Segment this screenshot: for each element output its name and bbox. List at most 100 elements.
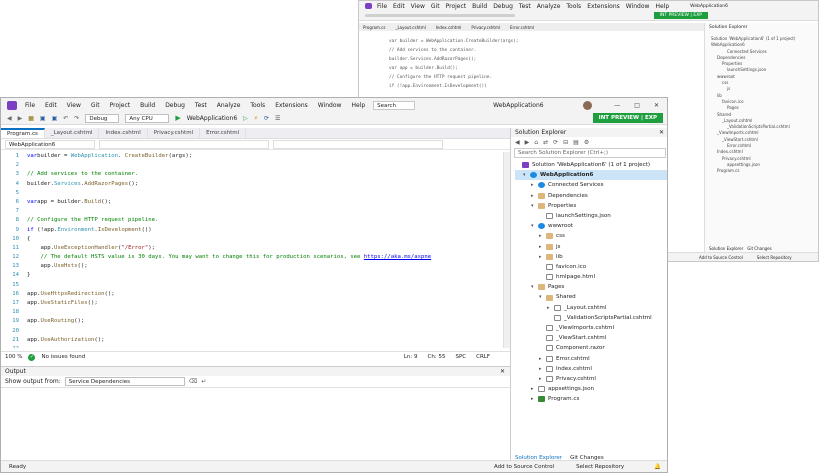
code-line[interactable]: 17 app.UseStaticFiles();: [1, 299, 502, 308]
forward-icon[interactable]: ▶: [18, 115, 23, 122]
se-item[interactable]: _ValidationScriptsPartial.cshtml: [515, 313, 667, 323]
word-wrap-icon[interactable]: ↵: [201, 378, 206, 385]
menu-edit[interactable]: Edit: [45, 102, 57, 109]
member-nav-dropdown[interactable]: [273, 139, 443, 149]
clear-output-icon[interactable]: ⌫: [189, 378, 197, 385]
se-search-input[interactable]: Search Solution Explorer (Ctrl+;): [514, 148, 666, 158]
refresh-icon[interactable]: ⟳: [264, 115, 269, 122]
add-to-source-control[interactable]: Add to Source Control: [494, 464, 554, 470]
menu-test[interactable]: Test: [195, 102, 207, 109]
code-line[interactable]: 18: [1, 308, 502, 317]
code-line[interactable]: 14}: [1, 271, 502, 280]
new-item-icon[interactable]: ▦: [28, 115, 34, 122]
code-editor[interactable]: 1 varbuilder = WebApplication. CreateBuil…: [1, 152, 502, 348]
tab-privacy-cshtml[interactable]: Privacy.cshtml: [148, 128, 201, 138]
code-line[interactable]: 6 varapp = builder.Build();: [1, 198, 502, 207]
menu-help[interactable]: Help: [351, 102, 365, 109]
expand-icon[interactable]: ▸: [531, 384, 538, 394]
expand-icon[interactable]: ▸: [531, 180, 538, 190]
se-item[interactable]: _ViewStart.cshtml: [515, 333, 667, 343]
code-line[interactable]: 21 app.UseAuthorization();: [1, 336, 502, 345]
output-source-dropdown[interactable]: Service Dependencies: [64, 377, 185, 386]
se-item[interactable]: ▸ js: [515, 242, 667, 252]
se-item[interactable]: ▸ Index.cshtml: [515, 364, 667, 374]
minimize-icon[interactable]: —: [614, 102, 620, 109]
se-item[interactable]: ▾ wwwroot: [515, 221, 667, 231]
avatar[interactable]: [583, 100, 593, 110]
se-item[interactable]: ▸ Error.cshtml: [515, 354, 667, 364]
se-item[interactable]: ▾ WebApplication6: [515, 170, 667, 181]
menu-window[interactable]: Window: [318, 102, 342, 109]
back-icon[interactable]: ◀: [7, 115, 12, 122]
close-icon[interactable]: ✕: [654, 102, 659, 109]
se-item[interactable]: ▾ Shared: [515, 292, 667, 302]
se-item[interactable]: ▸ Privacy.cshtml: [515, 374, 667, 384]
indent-mode[interactable]: SPC: [455, 354, 466, 360]
line-ending[interactable]: CRLF: [476, 354, 490, 360]
se-item[interactable]: ▸ css: [515, 231, 667, 241]
se-item[interactable]: ▸ lib: [515, 252, 667, 262]
menu-view[interactable]: View: [67, 102, 81, 109]
column-number[interactable]: Ch: 55: [428, 354, 446, 360]
undo-icon[interactable]: ↶: [63, 115, 68, 122]
output-close-icon[interactable]: ✕: [500, 368, 505, 375]
expand-icon[interactable]: ▸: [539, 364, 546, 374]
code-line[interactable]: 9 if (!app.Environment.IsDevelopment()): [1, 226, 502, 235]
expand-icon[interactable]: ▸: [531, 394, 538, 404]
se-refresh-icon[interactable]: ⟳: [553, 139, 558, 146]
zoom-level[interactable]: 100 %: [5, 354, 22, 360]
expand-icon[interactable]: ▸: [531, 191, 538, 201]
editor-scrollbar[interactable]: [503, 152, 510, 348]
run-icon[interactable]: ▶: [175, 114, 180, 122]
code-line[interactable]: 20: [1, 327, 502, 336]
search-box[interactable]: Search (Ctrl+Q): [373, 100, 416, 110]
tab-error-cshtml[interactable]: Error.cshtml: [200, 128, 247, 138]
menu-analyze[interactable]: Analyze: [217, 102, 241, 109]
se-item[interactable]: ▸ Dependencies: [515, 191, 667, 201]
code-line[interactable]: 11 app.UseExceptionHandler("/Error");: [1, 244, 502, 253]
menu-debug[interactable]: Debug: [165, 102, 185, 109]
se-item[interactable]: hmlpage.html: [515, 272, 667, 282]
code-line[interactable]: 19 app.UseRouting();: [1, 317, 502, 326]
se-collapse-icon[interactable]: ⊟: [563, 139, 568, 146]
expand-icon[interactable]: ▸: [539, 374, 546, 384]
se-item[interactable]: Component.razor: [515, 343, 667, 353]
type-nav-dropdown[interactable]: [99, 139, 269, 149]
se-item[interactable]: ▸ _Layout.cshtml: [515, 303, 667, 313]
redo-icon[interactable]: ↷: [74, 115, 79, 122]
maximize-icon[interactable]: □: [634, 102, 640, 109]
tab-program-cs[interactable]: Program.cs: [1, 128, 45, 138]
menu-tools[interactable]: Tools: [250, 102, 265, 109]
se-item[interactable]: Solution 'WebApplication6' (1 of 1 proje…: [515, 160, 667, 170]
code-line[interactable]: 10 {: [1, 235, 502, 244]
se-item[interactable]: _ViewImports.cshtml: [515, 323, 667, 333]
code-line[interactable]: 13 app.UseHsts();: [1, 262, 502, 271]
line-number[interactable]: Ln: 9: [404, 354, 418, 360]
hot-reload-icon[interactable]: ⚡: [254, 115, 258, 122]
se-item[interactable]: ▸ appsettings.json: [515, 384, 667, 394]
se-item[interactable]: ▾ Pages: [515, 282, 667, 292]
expand-icon[interactable]: ▾: [531, 201, 538, 211]
expand-icon[interactable]: ▸: [547, 303, 554, 313]
bg-status-repo[interactable]: Select Repository: [757, 255, 792, 260]
se-settings-icon[interactable]: ⚙: [584, 139, 589, 146]
code-line[interactable]: 12 // The default HSTS value is 30 days.…: [1, 253, 502, 262]
run-without-debug-icon[interactable]: ▷: [243, 115, 248, 122]
code-line[interactable]: 1 varbuilder = WebApplication. CreateBuil…: [1, 152, 502, 161]
bg-status-source-control[interactable]: Add to Source Control: [699, 255, 743, 260]
expand-icon[interactable]: ▾: [531, 221, 538, 231]
code-token[interactable]: https://aka.ms/aspne: [364, 254, 431, 260]
code-line[interactable]: 4 builder.Services.AddRazorPages();: [1, 180, 502, 189]
code-line[interactable]: 3 // Add services to the container.: [1, 170, 502, 179]
menu-build[interactable]: Build: [140, 102, 155, 109]
menu-project[interactable]: Project: [110, 102, 131, 109]
se-item[interactable]: ▾ Properties: [515, 201, 667, 211]
menu-file[interactable]: File: [25, 102, 35, 109]
expand-icon[interactable]: ▾: [539, 292, 546, 302]
se-back-icon[interactable]: ◀: [515, 139, 520, 146]
project-nav-dropdown[interactable]: WebApplication6: [5, 139, 95, 149]
code-line[interactable]: 15: [1, 281, 502, 290]
tab-index-cshtml[interactable]: Index.cshtml: [99, 128, 148, 138]
platform-dropdown[interactable]: Any CPU: [125, 113, 170, 123]
se-show-all-icon[interactable]: ▤: [573, 139, 579, 146]
